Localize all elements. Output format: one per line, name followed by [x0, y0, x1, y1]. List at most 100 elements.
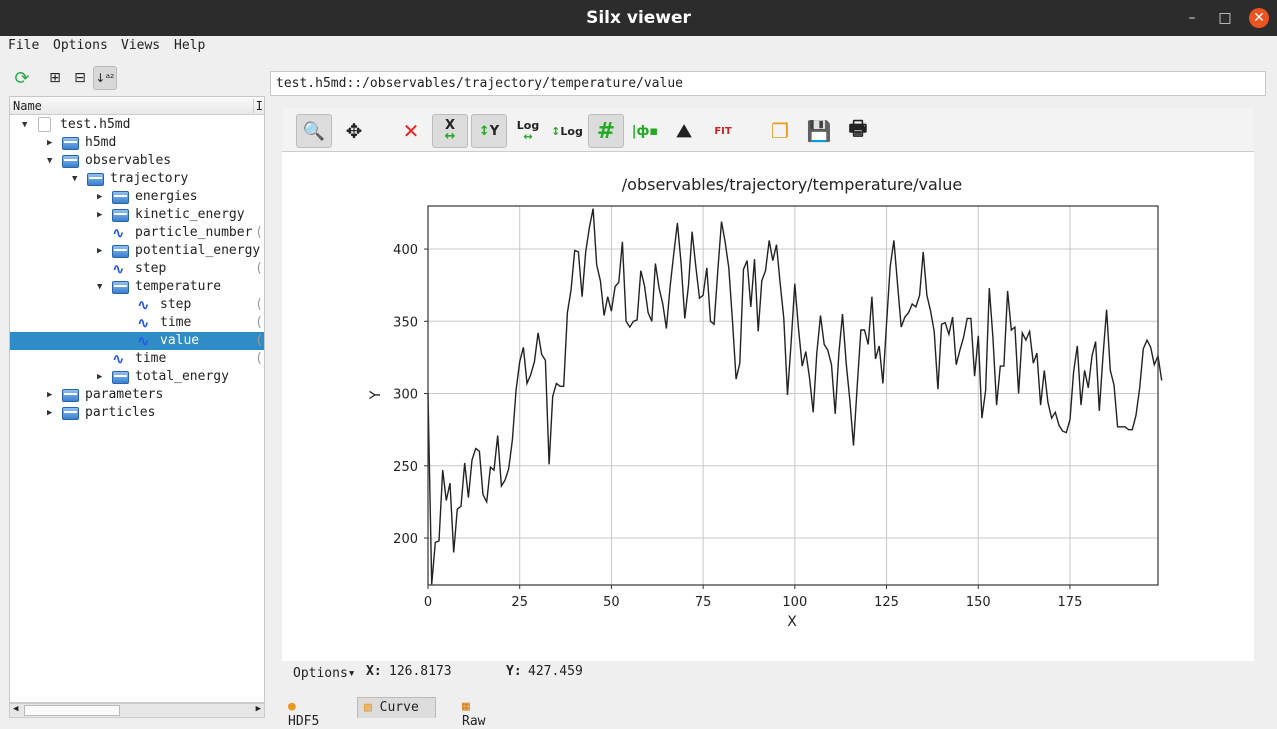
- save-icon[interactable]: 💾: [801, 114, 837, 148]
- y-tick-label: 250: [393, 460, 418, 475]
- tree-item-label: step: [160, 297, 192, 312]
- hdf5-tree[interactable]: Name I ▼ test.h5md ▶ h5md ▼ observables ▼ traje…: [9, 96, 265, 703]
- x-log-icon[interactable]: Log ↔: [510, 114, 546, 148]
- copy-icon[interactable]: ❐: [762, 114, 798, 148]
- tree-item-label: h5md: [85, 135, 117, 150]
- tree-item-h5md[interactable]: ▶ h5md: [10, 134, 264, 152]
- tree-item-kinetic-energy[interactable]: ▶ kinetic_energy: [10, 206, 264, 224]
- truncated-column: (: [255, 315, 263, 330]
- collapse-arrow-icon[interactable]: ▼: [47, 152, 52, 170]
- collapse-arrow-icon[interactable]: ▼: [97, 278, 102, 296]
- expand-arrow-icon[interactable]: ▶: [47, 404, 52, 422]
- tree-item-energies[interactable]: ▶ energies: [10, 188, 264, 206]
- tab-curve[interactable]: ▧ Curve: [357, 697, 436, 718]
- grid-icon[interactable]: #: [588, 114, 624, 148]
- y-tick-label: 300: [393, 388, 418, 403]
- tree-item-label: test.h5md: [60, 117, 131, 132]
- expand-arrow-icon[interactable]: ▶: [97, 206, 102, 224]
- collapse-arrow-icon[interactable]: ▼: [72, 170, 77, 188]
- expand-arrow-icon[interactable]: ▶: [97, 188, 102, 206]
- x-coord-value: 126.8173: [389, 664, 452, 679]
- pan-mode-icon[interactable]: ✥: [336, 114, 372, 148]
- options-dropdown[interactable]: Options▾: [293, 666, 356, 681]
- fit-icon[interactable]: FIT: [705, 114, 741, 148]
- x-tick-label: 75: [695, 595, 712, 610]
- expand-arrow-icon[interactable]: ▶: [47, 134, 52, 152]
- maximize-button[interactable]: □: [1215, 8, 1235, 28]
- tree-header[interactable]: Name I: [10, 97, 264, 115]
- tree-item-value[interactable]: ∿ value (: [10, 332, 264, 350]
- y-autoscale-icon[interactable]: ↕ Y: [471, 114, 507, 148]
- expand-all-icon[interactable]: ⊞: [43, 66, 67, 90]
- close-button[interactable]: ✕: [1249, 8, 1269, 28]
- sort-icon[interactable]: ↓ᵃᶻ: [93, 66, 117, 90]
- colormap-icon[interactable]: ⛰: [666, 114, 702, 148]
- tree-item-step[interactable]: ∿ step (: [10, 296, 264, 314]
- tree-item-temperature[interactable]: ▼ temperature: [10, 278, 264, 296]
- expand-arrow-icon[interactable]: ▶: [47, 386, 52, 404]
- folder-icon: [62, 137, 79, 150]
- y-axis-label: Y: [368, 390, 384, 400]
- folder-icon: [112, 281, 129, 294]
- x-tick-label: 0: [424, 595, 432, 610]
- tree-item-particles[interactable]: ▶ particles: [10, 404, 264, 422]
- tree-item-label: time: [135, 351, 167, 366]
- tree-item-parameters[interactable]: ▶ parameters: [10, 386, 264, 404]
- expand-arrow-icon[interactable]: ▶: [97, 368, 102, 386]
- tree-item-time[interactable]: ∿ time (: [10, 314, 264, 332]
- truncated-column: (: [255, 297, 263, 312]
- chart[interactable]: /observables/trajectory/temperature/valu…: [282, 153, 1254, 661]
- menu-options[interactable]: Options: [53, 38, 108, 53]
- tree-item-label: step: [135, 261, 167, 276]
- tree-item-label: parameters: [85, 387, 164, 402]
- menu-views[interactable]: Views: [121, 38, 160, 53]
- truncated-column: (: [255, 351, 263, 366]
- y-tick-label: 400: [393, 243, 418, 258]
- menu-help[interactable]: Help: [174, 38, 205, 53]
- reset-zoom-icon[interactable]: ✕: [393, 114, 429, 148]
- tree-horizontal-scrollbar[interactable]: ◀ ▶: [9, 703, 265, 718]
- collapse-all-icon[interactable]: ⊟: [68, 66, 92, 90]
- menu-bar: File Options Views Help: [0, 36, 1277, 57]
- tree-item-observables[interactable]: ▼ observables: [10, 152, 264, 170]
- tab-raw[interactable]: ▦ Raw: [456, 697, 491, 729]
- refresh-icon[interactable]: ⟳: [10, 66, 34, 90]
- minimize-button[interactable]: –: [1182, 8, 1202, 28]
- tree-item-label: time: [160, 315, 192, 330]
- window-title: Silx viewer: [586, 8, 691, 28]
- print-icon[interactable]: 🖶: [840, 114, 876, 148]
- tab-hdf5[interactable]: ● HDF5: [282, 697, 325, 729]
- x-autoscale-icon[interactable]: X ↔: [432, 114, 468, 148]
- curve-style-icon[interactable]: |ф▪: [627, 114, 663, 148]
- truncated-column: (: [255, 333, 263, 348]
- y-coord-value: 427.459: [528, 664, 583, 679]
- tree-item-trajectory[interactable]: ▼ trajectory: [10, 170, 264, 188]
- menu-file[interactable]: File: [8, 38, 39, 53]
- folder-icon: [112, 371, 129, 384]
- dataset-icon: ∿: [137, 296, 150, 314]
- tree-item-test.h5md[interactable]: ▼ test.h5md: [10, 116, 264, 134]
- x-tick-label: 150: [966, 595, 991, 610]
- y-coord-label: Y:: [506, 664, 522, 679]
- dataset-path: test.h5md::/observables/trajectory/tempe…: [270, 71, 1266, 96]
- tree-item-time[interactable]: ∿ time (: [10, 350, 264, 368]
- tree-item-particle-number[interactable]: ∿ particle_number(: [10, 224, 264, 242]
- y-log-icon[interactable]: ↕ Log: [549, 114, 585, 148]
- folder-icon: [112, 209, 129, 222]
- folder-icon: [112, 191, 129, 204]
- tree-item-total-energy[interactable]: ▶ total_energy: [10, 368, 264, 386]
- collapse-arrow-icon[interactable]: ▼: [22, 116, 27, 134]
- tree-item-label: particles: [85, 405, 156, 420]
- x-tick-label: 25: [511, 595, 528, 610]
- tree-item-potential-energy[interactable]: ▶ potential_energy: [10, 242, 264, 260]
- x-axis-label: X: [787, 614, 797, 630]
- dataset-icon: ∿: [112, 224, 125, 242]
- expand-arrow-icon[interactable]: ▶: [97, 242, 102, 260]
- truncated-column: (: [255, 225, 263, 240]
- folder-icon: [62, 389, 79, 402]
- folder-icon: [62, 155, 79, 168]
- tree-item-step[interactable]: ∿ step (: [10, 260, 264, 278]
- column-name[interactable]: Name: [13, 99, 42, 113]
- column-i[interactable]: I: [252, 99, 263, 113]
- zoom-mode-icon[interactable]: 🔍: [296, 114, 332, 148]
